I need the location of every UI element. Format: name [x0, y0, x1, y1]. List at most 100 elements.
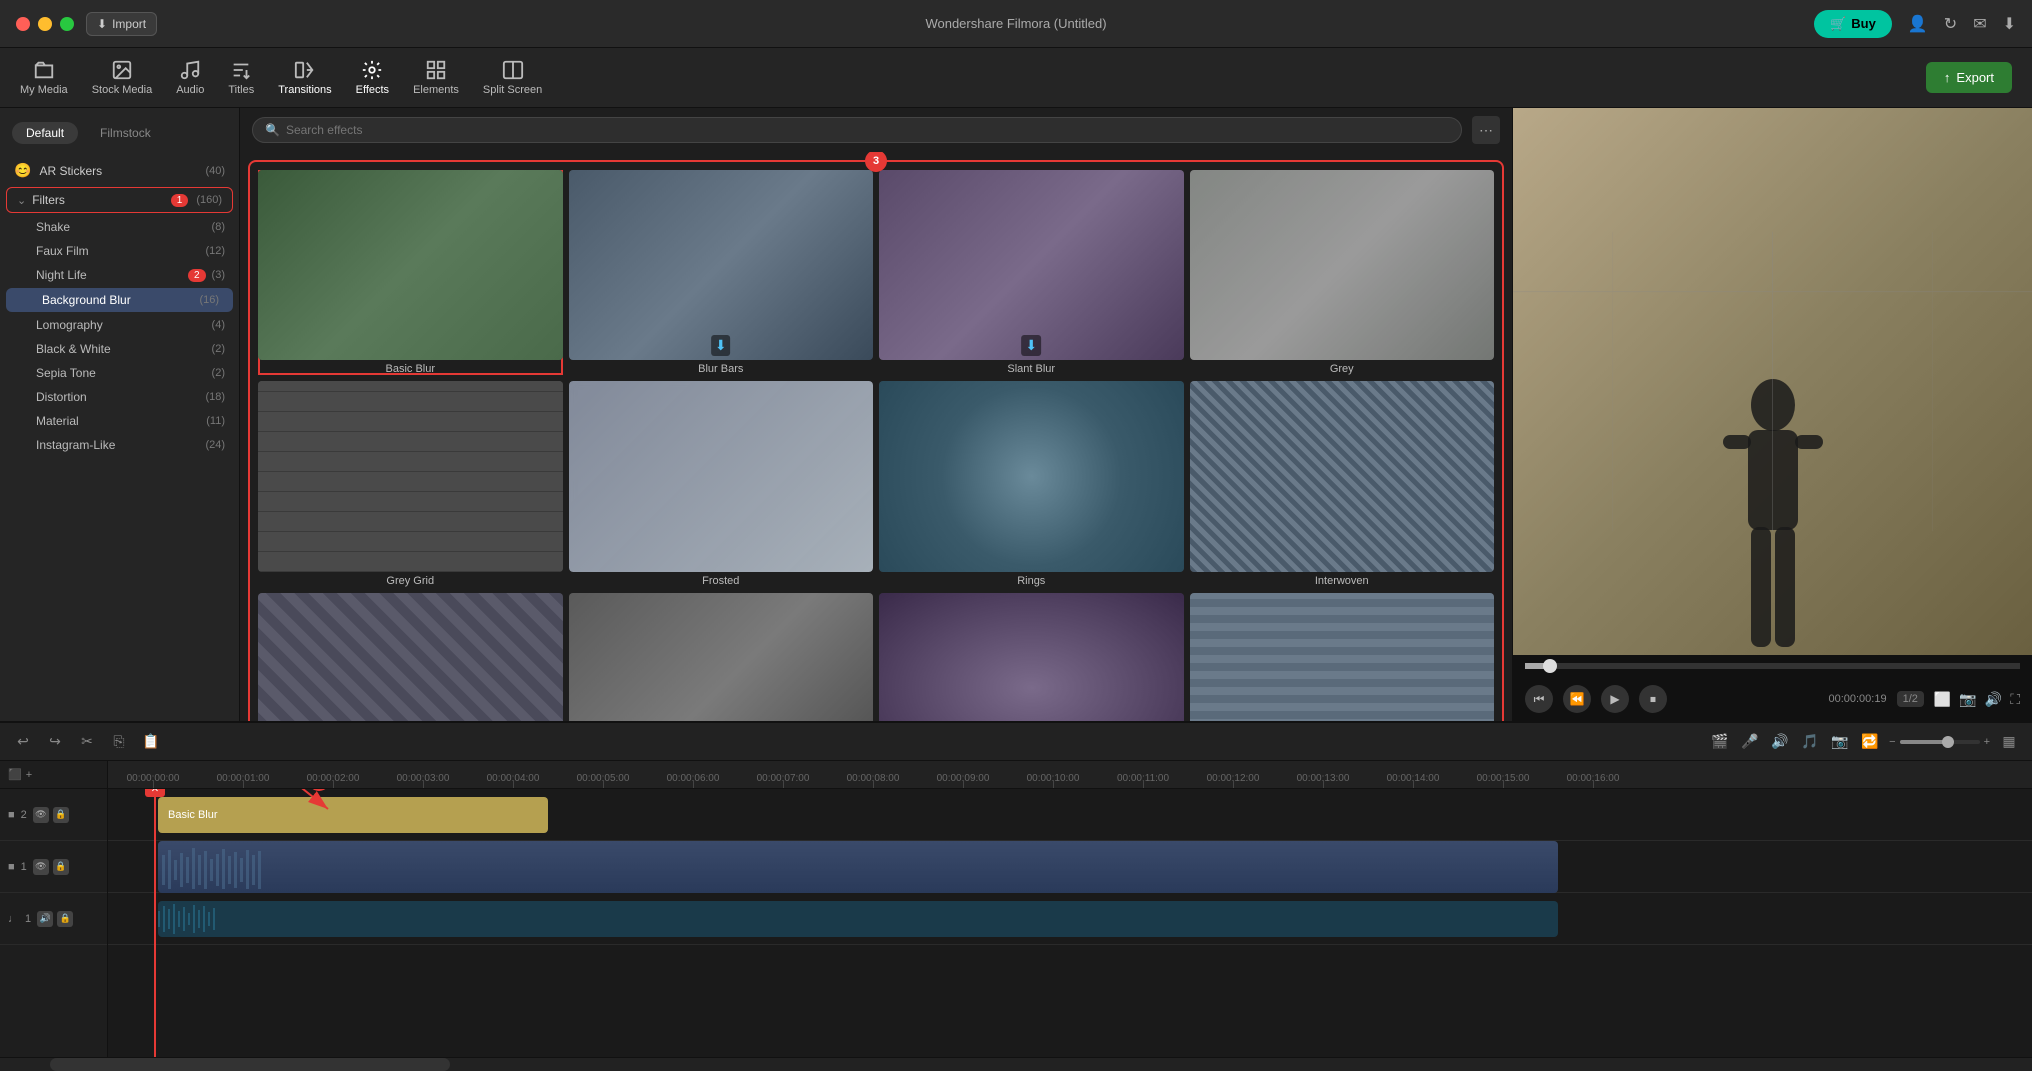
sidebar-group-filters[interactable]: ⌄ Filters 1 (160)	[6, 187, 233, 213]
sidebar-item-black-white[interactable]: Black & White (2)	[0, 337, 239, 361]
fullscreen-icon[interactable]: ⛶	[2010, 691, 2020, 708]
background-structure	[1513, 108, 2032, 655]
audio-icon	[179, 59, 201, 81]
toolbar-stock-media[interactable]: Stock Media	[92, 59, 153, 96]
speaker-button[interactable]: 🔊	[1769, 731, 1791, 753]
timeline-scrollbar[interactable]	[0, 1057, 2032, 1071]
audio-track-lock[interactable]: 🔒	[57, 911, 73, 927]
search-input[interactable]	[286, 123, 1449, 137]
track-label-video: ■ 1 👁 🔒	[0, 841, 107, 893]
filter-track-eye[interactable]: 👁	[33, 807, 49, 823]
sidebar-item-material[interactable]: Material (11)	[0, 409, 239, 433]
effect-disc1[interactable]: Disc 1	[879, 593, 1184, 721]
night-life-count: (3)	[212, 269, 225, 281]
scrubber-thumb[interactable]	[1543, 659, 1557, 673]
zoom-out-icon[interactable]: −	[1889, 736, 1895, 748]
toolbar-audio[interactable]: Audio	[176, 59, 204, 96]
loop-button[interactable]: 🔁	[1859, 731, 1881, 753]
effect-mosaic2[interactable]: Mosaic 2	[1190, 593, 1495, 721]
crop-icon[interactable]: ⬜	[1934, 691, 1951, 708]
export-button[interactable]: ↑ Export	[1926, 62, 2012, 93]
toolbar-split-screen[interactable]: Split Screen	[483, 59, 542, 96]
effect-grey[interactable]: Grey	[1190, 170, 1495, 375]
mail-icon[interactable]: ✉	[1973, 14, 1986, 34]
night-life-label: Night Life	[36, 268, 182, 282]
minimize-button[interactable]	[38, 17, 52, 31]
effect-thumb-diamonds	[258, 593, 563, 721]
redo-button[interactable]: ↪	[44, 731, 66, 753]
download-icon[interactable]: ⬇	[2003, 14, 2016, 34]
music-button[interactable]: 🎵	[1799, 731, 1821, 753]
effect-basic-blur[interactable]: Basic Blur	[258, 170, 563, 375]
video-clip[interactable]	[158, 841, 1558, 893]
mic-button[interactable]: 🎤	[1739, 731, 1761, 753]
close-button[interactable]	[16, 17, 30, 31]
effect-frosted[interactable]: Frosted	[569, 381, 874, 586]
prev-frame-button[interactable]: ⏮	[1525, 685, 1553, 713]
filters-label: Filters	[32, 193, 165, 207]
filter-track-lock[interactable]: 🔒	[53, 807, 69, 823]
volume-icon[interactable]: 🔊	[1985, 691, 2002, 708]
effect-interwoven[interactable]: Interwoven	[1190, 381, 1495, 586]
effect-static[interactable]: Static	[569, 593, 874, 721]
step-back-button[interactable]: ⏪	[1563, 685, 1591, 713]
buy-button[interactable]: 🛒 Buy	[1814, 10, 1892, 38]
toolbar-titles[interactable]: Titles	[228, 59, 254, 96]
toolbar-my-media[interactable]: My Media	[20, 59, 68, 96]
add-track-button[interactable]: 🎬	[1709, 731, 1731, 753]
sidebar-item-background-blur[interactable]: Background Blur (16)	[6, 288, 233, 312]
snapshot-button[interactable]: 📷	[1829, 731, 1851, 753]
grid-view-button[interactable]: ⋯	[1472, 116, 1500, 144]
scrollbar-thumb[interactable]	[50, 1058, 450, 1071]
sidebar-item-night-life[interactable]: Night Life 2 (3)	[0, 263, 239, 287]
tick-6: 00:00:06:00	[648, 773, 738, 784]
grid-button[interactable]: ▦	[1998, 731, 2020, 753]
audio-track-speaker[interactable]: 🔊	[37, 911, 53, 927]
preview-time: 00:00:00:19	[1828, 693, 1886, 705]
cut-button[interactable]: ✂	[76, 731, 98, 753]
zoom-thumb[interactable]	[1942, 736, 1954, 748]
sidebar-item-instagram-like[interactable]: Instagram-Like (24)	[0, 433, 239, 457]
undo-button[interactable]: ↩	[12, 731, 34, 753]
slant-blur-download-icon: ⬇	[1021, 335, 1041, 356]
play-button[interactable]: ▶	[1601, 685, 1629, 713]
split-screen-icon	[502, 59, 524, 81]
preview-scrubber[interactable]	[1525, 663, 2020, 669]
tab-filmstock[interactable]: Filmstock	[86, 122, 165, 144]
zoom-in-icon[interactable]: +	[1984, 736, 1990, 748]
video-track-lock[interactable]: 🔒	[53, 859, 69, 875]
tab-default[interactable]: Default	[12, 122, 78, 144]
user-icon[interactable]: 👤	[1908, 14, 1928, 34]
sidebar-item-sepia-tone[interactable]: Sepia Tone (2)	[0, 361, 239, 385]
video-track-eye[interactable]: 👁	[33, 859, 49, 875]
playhead[interactable]: ✕	[154, 789, 156, 1057]
effect-slant-blur[interactable]: ⬇ Slant Blur	[879, 170, 1184, 375]
search-box[interactable]: 🔍	[252, 117, 1462, 143]
sidebar-item-faux-film[interactable]: Faux Film (12)	[0, 239, 239, 263]
copy-button[interactable]: ⎘	[108, 731, 130, 753]
effect-thumb-interwoven	[1190, 381, 1495, 571]
tick-13: 00:00:13:00	[1278, 773, 1368, 784]
refresh-icon[interactable]: ↻	[1944, 14, 1957, 34]
sidebar-item-distortion[interactable]: Distortion (18)	[0, 385, 239, 409]
add-track-icon[interactable]: +	[26, 769, 32, 781]
audio-clip[interactable]	[158, 901, 1558, 937]
toolbar-elements[interactable]: Elements	[413, 59, 459, 96]
toolbar-transitions[interactable]: Transitions	[278, 59, 331, 96]
sidebar-item-shake[interactable]: Shake (8)	[0, 215, 239, 239]
toolbar-effects[interactable]: Effects	[356, 59, 389, 96]
effect-blur-bars[interactable]: ⬇ Blur Bars	[569, 170, 874, 375]
stop-button[interactable]: ⏹	[1639, 685, 1667, 713]
paste-button[interactable]: 📋	[140, 731, 162, 753]
fullscreen-button[interactable]	[60, 17, 74, 31]
sidebar-item-ar-stickers[interactable]: 😊 AR Stickers (40)	[0, 156, 239, 185]
effect-diamonds[interactable]: Diamonds	[258, 593, 563, 721]
tick-12: 00:00:12:00	[1188, 773, 1278, 784]
screenshot-icon[interactable]: 📷	[1959, 691, 1976, 708]
zoom-slider[interactable]	[1900, 740, 1980, 744]
shake-label: Shake	[36, 220, 212, 234]
effect-grey-grid[interactable]: Grey Grid	[258, 381, 563, 586]
effect-rings[interactable]: Rings	[879, 381, 1184, 586]
sidebar-item-lomography[interactable]: Lomography (4)	[0, 313, 239, 337]
import-button[interactable]: ⬇ Import	[86, 12, 157, 36]
